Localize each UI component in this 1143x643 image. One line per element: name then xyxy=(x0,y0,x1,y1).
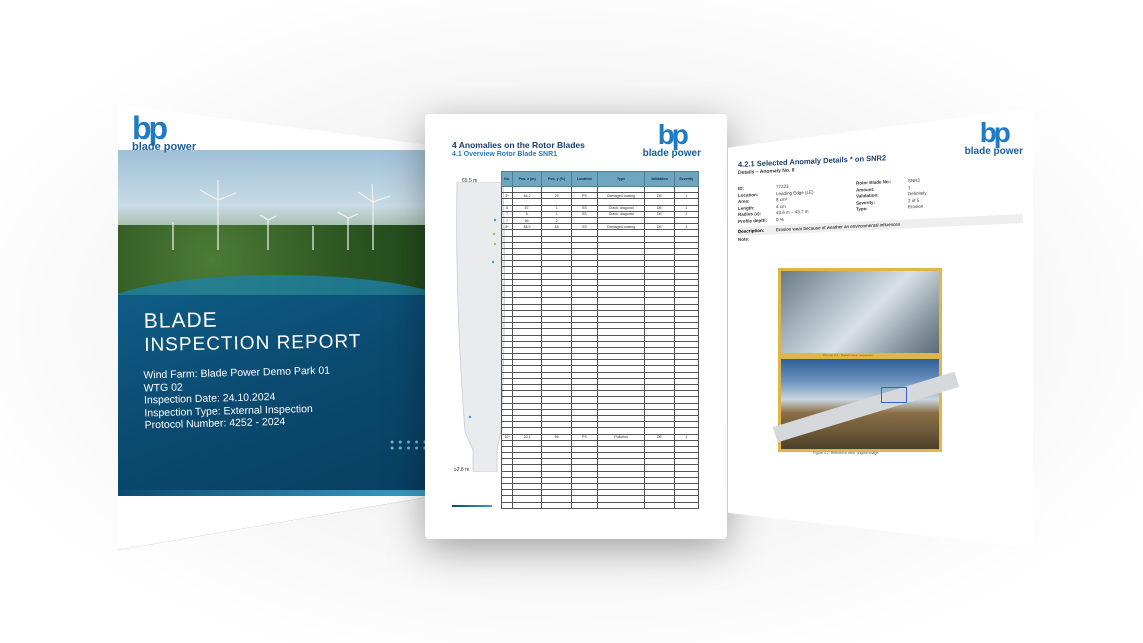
reference-photo xyxy=(772,356,960,452)
field-value xyxy=(908,208,968,216)
field-label: Length: xyxy=(738,204,755,211)
column-header: Pos. y (%) xyxy=(541,171,572,187)
dot-grid-icon: ● ● ● ● ● ● ● ● ● ● xyxy=(390,439,428,452)
page-footer xyxy=(452,505,707,511)
column-header: Validation xyxy=(644,171,675,187)
table-header-row: No. Pos. z (m) Pos. y (%) Location Type Valid… xyxy=(500,171,700,187)
detail-content: 4.2.1 Selected Anomaly Details * on SNR2… xyxy=(738,147,1023,242)
title-line-2: INSPECTION REPORT xyxy=(144,331,362,356)
logo-text: blade power xyxy=(132,141,197,153)
blade-power-logo: bp blade power xyxy=(132,110,197,153)
anomaly-table: No. Pos. z (m) Pos. y (%) Location Type Valid… xyxy=(500,171,700,509)
field-label: Location: xyxy=(738,191,759,198)
wind-turbines-icon xyxy=(172,180,391,250)
report-info: Wind Farm: Blade Power Demo Park 01 WTG … xyxy=(143,365,331,432)
column-header: Type xyxy=(596,171,646,187)
blade-length-bottom: ≥2.8 m xyxy=(454,467,470,473)
anomaly-detail-page: bp blade power 4.2.1 Selected Anomaly De… xyxy=(728,108,1033,548)
logo-text: blade power xyxy=(642,148,701,159)
section-subheading: 4.1 Overview Rotor Blade SNR1 xyxy=(452,151,558,158)
cover-footer xyxy=(118,490,430,550)
section-heading: 4 Anomalies on the Rotor Blades xyxy=(452,140,585,150)
field-label: Area: xyxy=(738,198,750,204)
report-title: BLADE INSPECTION REPORT xyxy=(144,306,362,358)
column-header: Pos. z (m) xyxy=(512,171,543,187)
anomaly-marker-box xyxy=(881,387,907,403)
description-label: Description: xyxy=(738,227,765,234)
anomaly-overview-page: bp blade power 4 Anomalies on the Rotor … xyxy=(425,114,727,539)
logo-mark: bp xyxy=(979,117,1011,148)
field-label xyxy=(856,211,908,218)
field-label: ID: xyxy=(738,185,744,191)
column-header: No. xyxy=(500,171,514,187)
column-header: Severity xyxy=(673,171,700,187)
anomaly-detail-photo xyxy=(778,268,942,356)
field-label: Profile depth: xyxy=(738,217,767,224)
blade-power-logo: bp blade power xyxy=(642,119,701,160)
report-cover-page: bp blade power BLADE INSPECTION REPORT W… xyxy=(118,105,430,550)
field-label: Radius (z): xyxy=(738,210,761,217)
blade-in-photo xyxy=(772,371,960,443)
footer-bar xyxy=(118,490,430,496)
logo-mark: bp xyxy=(657,119,689,150)
column-header: Location xyxy=(570,171,598,187)
footer-bar xyxy=(452,505,492,507)
logo-mark: bp xyxy=(132,110,168,146)
figure-caption-2: Figure 4.2: Reference view, original ima… xyxy=(813,451,880,455)
